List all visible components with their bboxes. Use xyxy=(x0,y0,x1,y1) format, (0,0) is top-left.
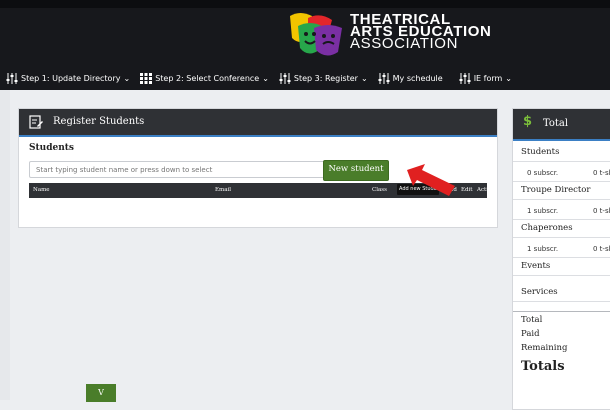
sliders-icon xyxy=(279,72,291,84)
total-students-label: Students xyxy=(521,147,560,157)
column-header-class[interactable]: Class xyxy=(372,187,387,193)
column-header-action[interactable]: Action xyxy=(477,187,495,193)
totals-heading: Totals xyxy=(521,359,565,374)
total-troupe-director-label: Troupe Director xyxy=(521,185,591,195)
sliders-icon xyxy=(6,72,18,84)
site-header: THEATRICAL ARTS EDUCATION ASSOCIATION St… xyxy=(0,0,610,90)
nav-label: Step 3: Register xyxy=(293,73,358,83)
remaining-label: Remaining xyxy=(521,343,568,353)
troupe-director-tshirt: 0 t-sh xyxy=(593,207,610,215)
nav-ie-form[interactable]: IE form ⌄ xyxy=(459,72,512,84)
divider xyxy=(513,237,610,238)
divider xyxy=(513,311,610,312)
chevron-down-icon: ⌄ xyxy=(123,73,131,83)
divider xyxy=(513,275,610,276)
divider xyxy=(513,181,610,182)
divider xyxy=(513,199,610,200)
nav-label: Step 2: Select Conference xyxy=(155,73,260,83)
main-nav: Step 1: Update Directory ⌄ Step 2: Selec… xyxy=(6,70,512,86)
troupe-director-subscr: 1 subscr. xyxy=(527,207,559,215)
nav-label: My schedule xyxy=(392,73,443,83)
total-panel-title: Total xyxy=(543,118,569,129)
column-header-name[interactable]: Name xyxy=(33,187,50,193)
red-arrow-annotation-icon xyxy=(407,164,455,196)
students-tshirt: 0 t-sh xyxy=(593,169,610,177)
total-services-label: Services xyxy=(521,287,558,297)
register-students-panel: Register Students Students New student N… xyxy=(18,108,498,228)
nav-step1-update-directory[interactable]: Step 1: Update Directory ⌄ xyxy=(6,72,131,84)
nav-step2-select-conference[interactable]: Step 2: Select Conference ⌄ xyxy=(140,72,269,84)
chaperones-subscr: 1 subscr. xyxy=(527,245,559,253)
nav-label: IE form xyxy=(473,73,503,83)
total-events-label: Events xyxy=(521,261,551,271)
divider xyxy=(513,161,610,162)
chevron-down-icon: ⌄ xyxy=(262,73,269,83)
new-student-button[interactable]: New student xyxy=(323,160,389,181)
theater-masks-logo-icon[interactable] xyxy=(286,10,346,56)
panel-title: Register Students xyxy=(53,116,145,127)
edit-document-icon xyxy=(29,115,43,129)
panel-header: Register Students xyxy=(19,109,497,137)
divider xyxy=(513,301,610,302)
nav-step3-register[interactable]: Step 3: Register ⌄ xyxy=(279,72,368,84)
dollar-icon: $ xyxy=(523,114,533,129)
divider xyxy=(513,219,610,220)
nav-label: Step 1: Update Directory xyxy=(21,73,121,83)
total-panel: $ Total Students 0 subscr. 0 t-sh Troupe… xyxy=(512,108,610,410)
view-button[interactable]: V xyxy=(86,384,116,402)
sliders-icon xyxy=(378,72,390,84)
paid-label: Paid xyxy=(521,329,540,339)
total-panel-header: $ Total xyxy=(513,109,610,141)
student-search-input[interactable] xyxy=(29,161,329,178)
calendar-grid-icon xyxy=(140,72,153,84)
brand-wordmark: THEATRICAL ARTS EDUCATION ASSOCIATION xyxy=(350,12,491,51)
students-section-title: Students xyxy=(29,143,74,153)
students-subscr: 0 subscr. xyxy=(527,169,559,177)
sliders-icon xyxy=(459,72,471,84)
total-label: Total xyxy=(521,315,543,325)
left-gutter xyxy=(0,90,10,400)
nav-my-schedule[interactable]: My schedule xyxy=(378,72,443,84)
column-header-email[interactable]: Email xyxy=(215,187,231,193)
divider xyxy=(513,257,610,258)
chaperones-tshirt: 0 t-sh xyxy=(593,245,610,253)
chevron-down-icon: ⌄ xyxy=(360,73,368,83)
total-chaperones-label: Chaperones xyxy=(521,223,573,233)
header-top-bar xyxy=(0,0,610,8)
chevron-down-icon: ⌄ xyxy=(505,73,512,83)
